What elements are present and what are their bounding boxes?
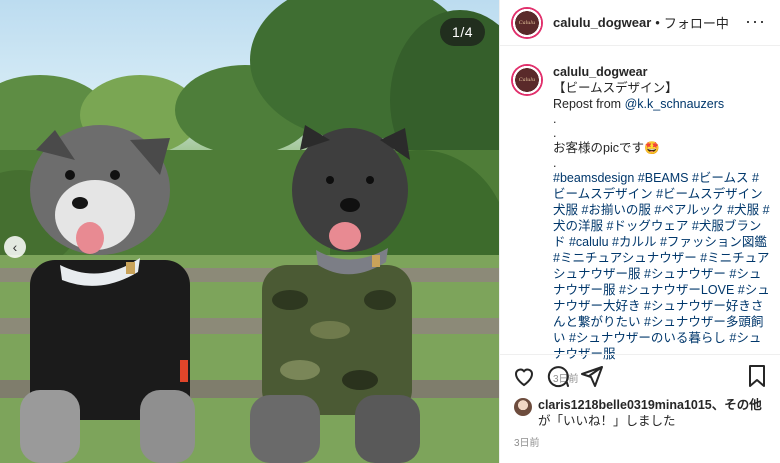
follow-status-button[interactable]: フォロー中: [664, 13, 729, 32]
caption: Calulu calulu_dogwear 【ビームスデザイン】 Repost …: [511, 64, 771, 388]
post-panel: Calulu calulu_dogwear • フォロー中 ··· Calulu…: [499, 0, 780, 463]
post-date: 3日前: [514, 438, 540, 449]
repost-label: Repost from: [553, 97, 622, 111]
avatar-logo-text: Calulu: [518, 19, 536, 26]
caption-hashtags[interactable]: #beamsdesign #BEAMS #ビームス #ビームスデザイン #ビーム…: [553, 170, 771, 362]
likes-others-link[interactable]: 、その他: [712, 398, 762, 412]
caption-dot: .: [553, 156, 557, 170]
heart-icon[interactable]: [512, 364, 536, 388]
repost-mention-link[interactable]: @k.k_schnauzers: [625, 97, 725, 111]
bookmark-icon[interactable]: [745, 364, 769, 388]
post-header: Calulu calulu_dogwear • フォロー中 ···: [500, 0, 780, 46]
caption-avatar[interactable]: Calulu: [511, 64, 543, 96]
comment-icon[interactable]: [546, 364, 570, 388]
avatar[interactable]: Calulu: [511, 6, 543, 39]
liker-usernames[interactable]: claris1218belle0319mina1015: [538, 398, 712, 412]
caption-dot: .: [553, 112, 557, 126]
caption-message: お客様のpicです🤩: [553, 141, 660, 155]
header-separator: •: [655, 15, 660, 30]
image-counter: 1/4: [440, 18, 485, 46]
header-username[interactable]: calulu_dogwear: [553, 15, 651, 30]
caption-title: 【ビームスデザイン】: [553, 81, 678, 95]
share-icon[interactable]: [580, 364, 604, 388]
action-bar: [500, 354, 780, 394]
liker-avatar[interactable]: [514, 398, 532, 416]
caption-dot: .: [553, 126, 557, 140]
caption-username[interactable]: calulu_dogwear: [553, 65, 647, 79]
post-photo[interactable]: 1/4 ‹: [0, 0, 499, 463]
chevron-left-icon[interactable]: ‹: [4, 236, 26, 258]
more-horizontal-icon[interactable]: ···: [745, 12, 766, 30]
avatar-logo-text: Calulu: [518, 77, 536, 83]
likes-summary: claris1218belle0319mina1015、その他 が「いいね！」し…: [514, 397, 762, 429]
likes-suffix: が「いいね！」しました: [538, 414, 676, 428]
dogs-photo-image: [0, 0, 499, 463]
